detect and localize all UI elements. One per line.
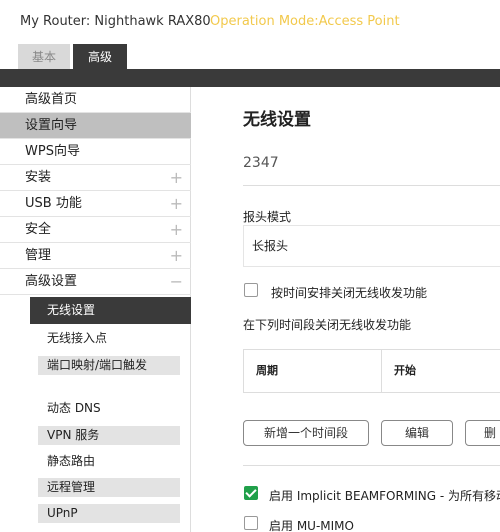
expand-icon: + — [169, 246, 183, 265]
tab-basic[interactable]: 基本 — [18, 44, 70, 70]
sidebar-item-label: 高级设置 — [25, 274, 78, 289]
preamble-mode-select[interactable]: 长报头 — [243, 225, 500, 267]
mu-mimo-label: 启用 MU-MIMO — [269, 519, 354, 532]
sidebar-subitem-upnp[interactable]: UPnP — [38, 504, 180, 523]
sidebar-subitem-port-forwarding[interactable]: 端口映射/端口触发 — [38, 356, 180, 375]
expand-icon: + — [169, 194, 183, 213]
page-title: 无线设置 — [243, 110, 311, 130]
sidebar-item-setup-wizard[interactable]: 设置向导 — [0, 113, 191, 139]
divider — [243, 465, 500, 466]
sidebar-item-label: 设置向导 — [25, 118, 78, 133]
operation-mode: Operation Mode:Access Point — [210, 14, 400, 29]
sidebar-item-label: 高级首页 — [25, 92, 78, 107]
collapse-icon: − — [169, 272, 183, 291]
sidebar-subitem-vpn[interactable]: VPN 服务 — [38, 426, 180, 445]
sidebar-item-label: USB 功能 — [25, 196, 82, 211]
sidebar-item-security[interactable]: 安全 + — [0, 217, 191, 243]
main-content: 无线设置 2347 报头模式 长报头 按时间安排关闭无线收发功能 在下列时间段关… — [191, 87, 500, 532]
top-tabs: 基本 高级 — [0, 44, 500, 70]
sidebar-item-label: 管理 — [25, 248, 52, 263]
delete-button[interactable]: 删 — [465, 420, 500, 446]
sidebar: 高级首页 设置向导 WPS向导 安装 + USB 功能 + 安全 + 管理 + … — [0, 87, 191, 532]
sidebar-item-label: 安装 — [25, 170, 52, 185]
sidebar-item-usb[interactable]: USB 功能 + — [0, 191, 191, 217]
divider — [243, 185, 500, 186]
schedule-section-label: 在下列时间段关闭无线收发功能 — [243, 318, 412, 332]
region-value: 2347 — [243, 155, 279, 171]
sidebar-item-wps-wizard[interactable]: WPS向导 — [0, 139, 191, 165]
sidebar-subitem-wireless-ap[interactable]: 无线接入点 — [38, 329, 180, 348]
beamforming-checkbox[interactable] — [244, 486, 258, 500]
schedule-checkbox[interactable] — [244, 283, 258, 297]
expand-icon: + — [169, 168, 183, 187]
expand-icon: + — [169, 220, 183, 239]
preamble-mode-label: 报头模式 — [243, 210, 292, 224]
add-period-button[interactable]: 新增一个时间段 — [243, 420, 369, 446]
sidebar-item-management[interactable]: 管理 + — [0, 243, 191, 269]
sidebar-item-advanced-setup[interactable]: 高级设置 − — [0, 269, 191, 295]
schedule-checkbox-label: 按时间安排关闭无线收发功能 — [271, 286, 428, 300]
sidebar-item-label: 安全 — [25, 222, 52, 237]
sidebar-item-setup[interactable]: 安装 + — [0, 165, 191, 191]
top-bar — [0, 69, 500, 87]
beamforming-label: 启用 Implicit BEAMFORMING - 为所有移动 — [269, 489, 500, 503]
router-name: My Router: Nighthawk RAX80 — [20, 14, 211, 29]
table-header-period: 周期 — [244, 350, 382, 392]
sidebar-subitem-wireless-settings[interactable]: 无线设置 — [30, 297, 191, 324]
tab-advanced[interactable]: 高级 — [73, 44, 127, 70]
schedule-table: 周期 开始 — [243, 349, 500, 393]
mu-mimo-checkbox[interactable] — [244, 516, 258, 530]
sidebar-item-advanced-home[interactable]: 高级首页 — [0, 87, 191, 113]
sidebar-subitem-remote-management[interactable]: 远程管理 — [38, 478, 180, 497]
edit-button[interactable]: 编辑 — [381, 420, 453, 446]
sidebar-subitem-static-routes[interactable]: 静态路由 — [38, 452, 180, 471]
table-header-start: 开始 — [394, 364, 416, 377]
header: My Router: Nighthawk RAX80 Operation Mod… — [0, 0, 500, 44]
sidebar-item-label: WPS向导 — [25, 144, 80, 159]
sidebar-subitem-dynamic-dns[interactable]: 动态 DNS — [38, 399, 180, 418]
